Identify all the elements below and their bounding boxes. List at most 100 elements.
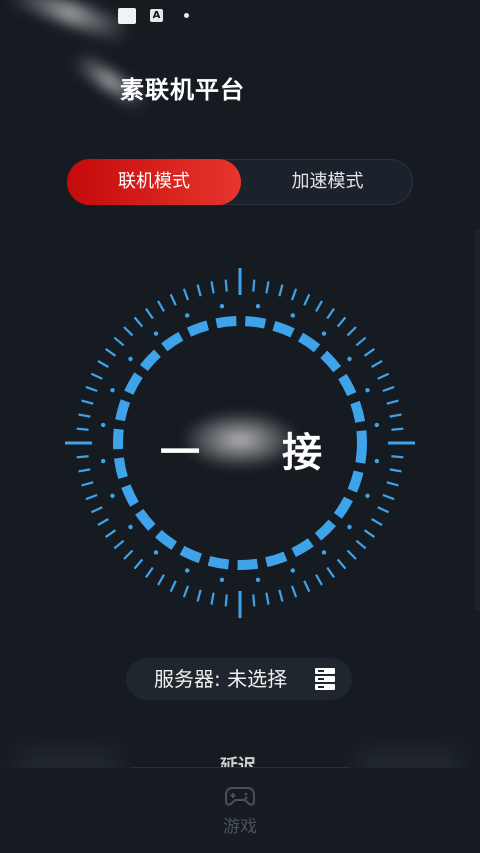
dial-dot bbox=[100, 458, 106, 464]
dial-tick bbox=[252, 279, 256, 292]
scrollbar-track bbox=[475, 230, 480, 610]
dial-tick bbox=[346, 549, 357, 560]
dial-tick bbox=[76, 427, 89, 431]
dial-dot bbox=[110, 493, 115, 499]
dial-tick bbox=[90, 372, 103, 380]
dial-tick bbox=[133, 558, 144, 570]
dial-tick bbox=[315, 300, 323, 312]
dial-tick bbox=[290, 288, 298, 301]
dial-tick bbox=[278, 284, 284, 297]
dial-tick bbox=[315, 574, 323, 586]
dial-tick bbox=[326, 566, 335, 578]
dial-tick bbox=[371, 360, 383, 368]
dial-tick bbox=[391, 427, 404, 431]
dial-tick bbox=[336, 316, 347, 328]
dial-tick bbox=[133, 316, 144, 328]
dial-tick bbox=[290, 585, 298, 598]
dial-dot bbox=[100, 422, 106, 428]
dial-tick bbox=[303, 580, 311, 593]
dial-dot bbox=[321, 550, 327, 555]
dial-dot bbox=[128, 356, 133, 362]
dial-tick bbox=[123, 326, 134, 337]
dial-tick bbox=[391, 455, 404, 459]
server-selector[interactable]: 服务器: 未选择 bbox=[126, 658, 352, 700]
dial-tick bbox=[377, 506, 390, 514]
dial-tick bbox=[196, 589, 202, 602]
dial-tick bbox=[346, 326, 357, 337]
dial-tick bbox=[355, 539, 367, 550]
dial-dot bbox=[290, 313, 296, 318]
dial-tick bbox=[389, 468, 402, 473]
dial-dot bbox=[365, 387, 370, 393]
dial-dot bbox=[374, 458, 380, 464]
dial-tick bbox=[113, 336, 125, 347]
dial-dot bbox=[153, 331, 159, 336]
dial-tick bbox=[97, 360, 109, 368]
status-dot-icon bbox=[184, 13, 189, 18]
dial-dot bbox=[219, 303, 225, 309]
dial-tick bbox=[382, 385, 395, 393]
dial-tick bbox=[145, 308, 154, 320]
server-text: 服务器: 未选择 bbox=[154, 658, 287, 700]
dial-tick bbox=[157, 300, 165, 312]
server-label: 服务器: bbox=[154, 667, 221, 691]
dial-tick bbox=[169, 293, 177, 306]
dial-tick bbox=[377, 372, 390, 380]
dial-tick bbox=[210, 281, 215, 294]
dial-tick bbox=[224, 594, 228, 607]
dial-dot bbox=[347, 524, 352, 530]
dial-tick bbox=[90, 506, 103, 514]
dial-dot bbox=[153, 550, 159, 555]
dial-tick bbox=[196, 284, 202, 297]
dial-tick bbox=[145, 566, 154, 578]
dial-tick bbox=[265, 592, 270, 605]
status-a-icon: A bbox=[150, 9, 163, 22]
dial-dot bbox=[290, 568, 296, 573]
dial-tick bbox=[113, 539, 125, 550]
dial-tick bbox=[105, 529, 117, 538]
dial-tick bbox=[265, 281, 270, 294]
tab-online-mode[interactable]: 联机模式 bbox=[67, 159, 241, 205]
dial-tick bbox=[97, 518, 109, 526]
dial-dot bbox=[365, 493, 370, 499]
tab-accelerate-mode[interactable]: 加速模式 bbox=[241, 159, 414, 205]
dial-tick bbox=[78, 468, 91, 473]
dial-dot bbox=[347, 356, 352, 362]
dial-tick bbox=[169, 580, 177, 593]
dial-tick bbox=[182, 585, 190, 598]
dial-tick bbox=[81, 399, 94, 405]
gamepad-icon bbox=[225, 787, 255, 806]
dial-tick bbox=[336, 558, 347, 570]
dial-tick bbox=[85, 493, 98, 501]
dial-dot bbox=[255, 303, 261, 309]
dial-tick bbox=[123, 549, 134, 560]
dial-tick bbox=[85, 385, 98, 393]
dial-tick bbox=[78, 413, 91, 418]
dial-dot bbox=[184, 568, 190, 573]
server-value: 未选择 bbox=[227, 667, 288, 691]
dial-tick bbox=[363, 348, 375, 357]
dial-tick bbox=[278, 589, 284, 602]
dial-dot bbox=[374, 422, 380, 428]
nav-item-games[interactable]: 游戏 bbox=[205, 784, 275, 844]
dial-tick bbox=[386, 399, 399, 405]
dial-tick bbox=[252, 594, 256, 607]
dial-tick bbox=[326, 308, 335, 320]
dial-tick bbox=[363, 529, 375, 538]
dial-tick bbox=[355, 336, 367, 347]
dial-tick bbox=[389, 413, 402, 418]
nav-item-games-label: 游戏 bbox=[223, 817, 257, 837]
dial-tick bbox=[81, 481, 94, 487]
dial-dot bbox=[128, 524, 133, 530]
dial-tick bbox=[386, 481, 399, 487]
dial-tick bbox=[224, 279, 228, 292]
dial-dot bbox=[321, 331, 327, 336]
dial-tick bbox=[210, 592, 215, 605]
app-title: 素联机平台 bbox=[120, 76, 245, 104]
dial-tick bbox=[76, 455, 89, 459]
dial-tick bbox=[105, 348, 117, 357]
dial-tick bbox=[382, 493, 395, 501]
dial-dot bbox=[219, 577, 225, 583]
dial-tick bbox=[157, 574, 165, 586]
mode-toggle: 联机模式 加速模式 bbox=[67, 159, 413, 205]
